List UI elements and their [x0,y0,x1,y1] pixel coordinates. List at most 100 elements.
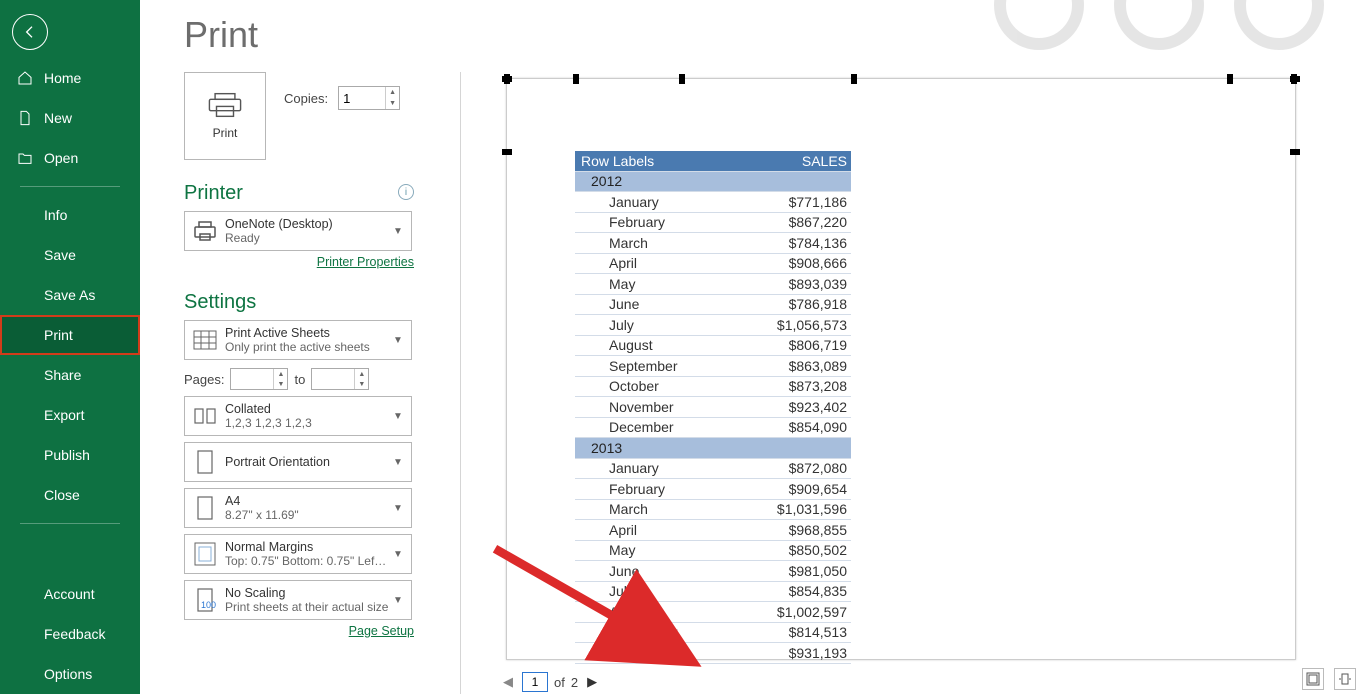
printer-dropdown[interactable]: OneNote (Desktop) Ready ▼ [184,211,412,251]
nav-label: Info [44,207,67,223]
printer-icon [208,92,242,118]
spin-up[interactable]: ▲ [386,87,399,98]
nav-save-as[interactable]: Save As [0,275,140,315]
copies-spinner[interactable]: ▲▼ [338,86,400,110]
nav-new[interactable]: New [0,98,140,138]
pages-from-input[interactable] [231,369,271,389]
printer-info-icon[interactable]: i [398,184,414,200]
data-row: July$854,835 [575,582,851,603]
print-what-dropdown[interactable]: Print Active Sheets Only print the activ… [184,320,412,360]
data-row: July$1,056,573 [575,315,851,336]
scaling-icon: 100 [191,586,219,614]
data-row: September$863,089 [575,356,851,377]
data-row: April$908,666 [575,254,851,275]
nav-label: Share [44,367,81,383]
nav-export[interactable]: Export [0,395,140,435]
nav-open[interactable]: Open [0,138,140,178]
next-page-button[interactable]: ▶ [584,674,600,690]
margins-dropdown[interactable]: Normal Margins Top: 0.75" Bottom: 0.75" … [184,534,412,574]
nav-label: Feedback [44,626,105,642]
chevron-down-icon: ▼ [393,457,405,468]
page-setup-link[interactable]: Page Setup [349,624,414,638]
nav-label: Options [44,666,92,682]
data-row: March$784,136 [575,233,851,254]
nav-options[interactable]: Options [0,654,140,694]
nav-publish[interactable]: Publish [0,435,140,475]
data-row: January$771,186 [575,192,851,213]
data-row: December$854,090 [575,418,851,439]
prev-page-button[interactable]: ◀ [500,674,516,690]
spin-up[interactable]: ▲ [274,369,287,379]
pages-to-label: to [294,372,305,387]
nav-print[interactable]: Print [0,315,140,355]
chevron-down-icon: ▼ [393,411,405,422]
year-row: 2012 [575,172,851,193]
backstage-sidebar: Home New Open Info Save Save As Print Sh… [0,0,140,694]
current-page-input[interactable] [522,672,548,692]
spin-down[interactable]: ▼ [355,379,368,389]
spin-down[interactable]: ▼ [274,379,287,389]
dd-title: Normal Margins [225,540,389,554]
dd-sub: 1,2,3 1,2,3 1,2,3 [225,416,389,430]
data-row: March$1,031,596 [575,500,851,521]
orientation-dropdown[interactable]: Portrait Orientation ▼ [184,442,412,482]
scaling-dropdown[interactable]: 100 No Scaling Print sheets at their act… [184,580,412,620]
zoom-to-page-button[interactable] [1334,668,1356,690]
print-button-label: Print [213,126,238,140]
chevron-down-icon: ▼ [393,335,405,346]
data-row: November$923,402 [575,397,851,418]
nav-share[interactable]: Share [0,355,140,395]
nav-account[interactable]: Account [0,574,140,614]
pager-of-label: of [554,675,565,690]
dd-sub: Print sheets at their actual size [225,600,389,614]
dd-sub: 8.27" x 11.69" [225,508,389,522]
data-row: April$968,855 [575,520,851,541]
portrait-icon [191,448,219,476]
printer-name: OneNote (Desktop) [225,217,389,231]
dd-sub: Only print the active sheets [225,340,389,354]
scaling-badge: 100 [201,600,216,610]
nav-feedback[interactable]: Feedback [0,614,140,654]
dd-title: No Scaling [225,586,389,600]
printer-status: Ready [225,231,389,245]
nav-info[interactable]: Info [0,195,140,235]
dd-title: Portrait Orientation [225,447,389,477]
printer-section-title: Printer [184,182,414,205]
open-icon [16,149,34,167]
nav-home[interactable]: Home [0,58,140,98]
dd-title: A4 [225,494,389,508]
data-row: February$867,220 [575,213,851,234]
pages-from-spinner[interactable]: ▲▼ [230,368,288,390]
pages-to-spinner[interactable]: ▲▼ [311,368,369,390]
copies-input[interactable] [339,87,383,109]
home-icon [16,69,34,87]
nav-label: New [44,110,72,126]
nav-close[interactable]: Close [0,475,140,515]
show-margins-button[interactable] [1302,668,1324,690]
chevron-down-icon: ▼ [393,226,405,237]
collation-dropdown[interactable]: Collated 1,2,3 1,2,3 1,2,3 ▼ [184,396,412,436]
nav-label: Publish [44,447,90,463]
paper-size-dropdown[interactable]: A4 8.27" x 11.69" ▼ [184,488,412,528]
data-row: June$786,918 [575,295,851,316]
printer-properties-link[interactable]: Printer Properties [317,255,414,269]
spin-down[interactable]: ▼ [386,98,399,109]
paper-icon [191,494,219,522]
col-header: SALES [765,153,851,169]
grid-icon [191,326,219,354]
nav-save[interactable]: Save [0,235,140,275]
pages-to-input[interactable] [312,369,352,389]
dd-sub: Top: 0.75" Bottom: 0.75" Lef… [225,554,389,568]
back-button[interactable] [12,14,48,50]
dd-title: Print Active Sheets [225,326,389,340]
data-row: May$850,502 [575,541,851,562]
chevron-down-icon: ▼ [393,549,405,560]
decorative-shapes [994,0,1324,50]
print-button[interactable]: Print [184,72,266,160]
preview-table: Row LabelsSALES2012January$771,186Februa… [575,151,851,664]
spin-up[interactable]: ▲ [355,369,368,379]
chevron-down-icon: ▼ [393,595,405,606]
new-icon [16,109,34,127]
print-preview: Row LabelsSALES2012January$771,186Februa… [500,78,1364,660]
nav-label: Print [44,327,73,343]
